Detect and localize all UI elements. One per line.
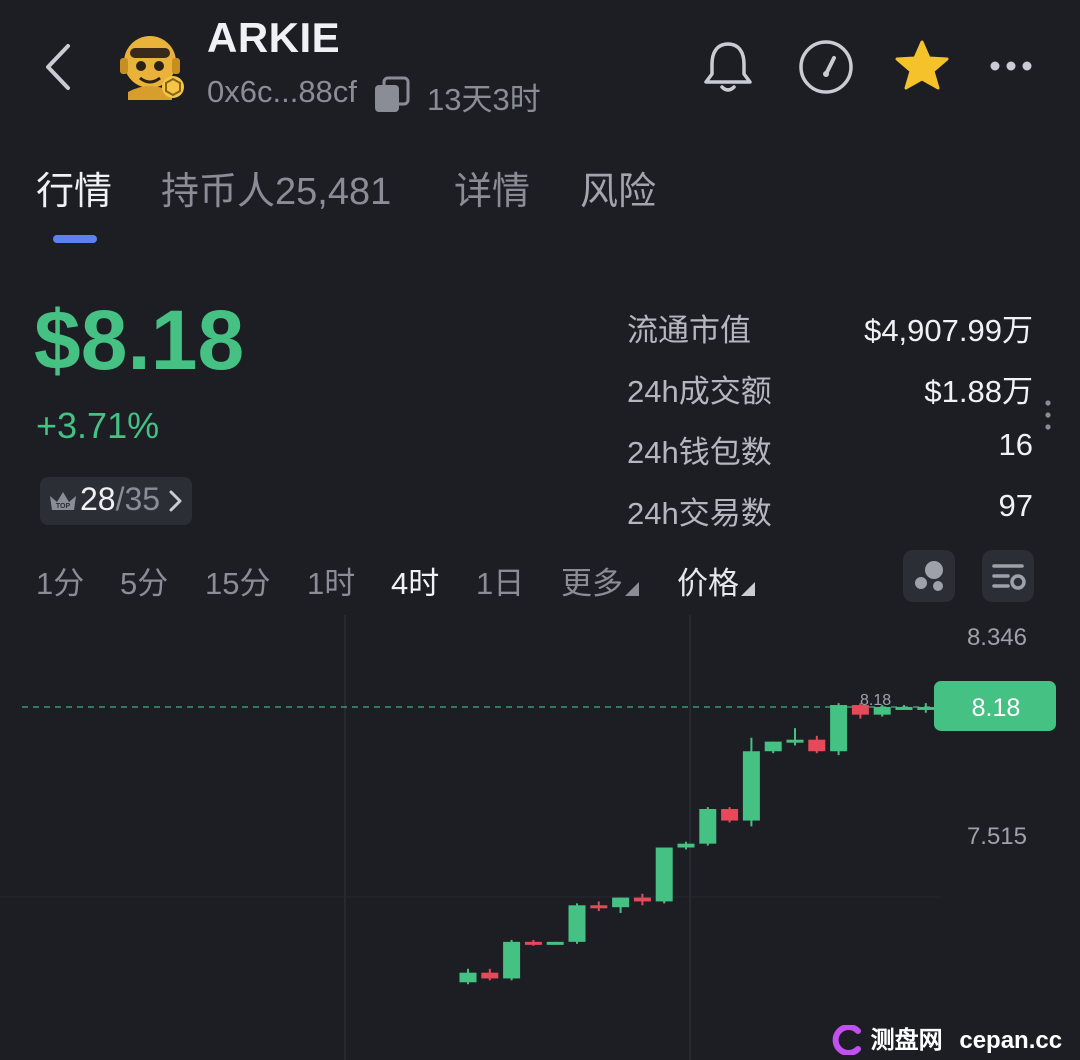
- dropdown-triangle-icon: [741, 582, 755, 596]
- dropdown-triangle-icon: [625, 582, 639, 596]
- candle-body: [590, 905, 608, 909]
- candle-body: [895, 706, 913, 710]
- vertical-more-icon[interactable]: [1043, 398, 1053, 432]
- crown-icon: TOP: [50, 492, 76, 510]
- chart-grid: [0, 615, 940, 1060]
- candle-body: [633, 897, 651, 902]
- current-price: $8.18: [34, 293, 245, 387]
- interval-more-dropdown[interactable]: 更多: [561, 558, 639, 603]
- candle-body: [808, 739, 826, 752]
- candle-body: [742, 751, 760, 821]
- candle-body: [481, 972, 499, 979]
- speedometer-icon[interactable]: [796, 38, 856, 94]
- stat-value-volume: $1.88万: [924, 374, 1033, 409]
- interval-1d[interactable]: 1日: [476, 558, 524, 603]
- stat-label-volume: 24h成交额: [627, 374, 772, 409]
- tab-details[interactable]: 详情: [454, 160, 530, 215]
- interval-5m[interactable]: 5分: [120, 558, 168, 603]
- candle-body: [612, 897, 630, 908]
- chart-settings-button[interactable]: [982, 550, 1034, 602]
- y-tick-top: 8.346: [967, 624, 1027, 651]
- candle-body: [524, 941, 542, 945]
- chart-settings-icon: [992, 564, 1026, 590]
- more-icon[interactable]: [982, 38, 1042, 94]
- rank-total: /35: [115, 481, 161, 517]
- rank-badge[interactable]: TOP 28/35: [40, 477, 192, 525]
- candle-series: [459, 703, 935, 985]
- stat-label-wallets: 24h钱包数: [627, 435, 772, 470]
- candle-body: [721, 809, 739, 821]
- price-chart[interactable]: 8.346 7.515 8.18 8.18: [0, 615, 1080, 1060]
- candle-body: [917, 706, 935, 710]
- candle-body: [459, 972, 477, 983]
- rank-current: 28: [80, 481, 116, 517]
- contract-address[interactable]: 0x6c...88cf: [207, 74, 357, 110]
- interval-1h[interactable]: 1时: [307, 558, 355, 603]
- stat-value-trades: 97: [998, 488, 1033, 523]
- interval-more-label: 更多: [561, 566, 623, 601]
- candle-body: [655, 847, 673, 902]
- stat-label-market-cap: 流通市值: [627, 313, 751, 348]
- y-tick-mid: 7.515: [967, 823, 1027, 850]
- watermark: 测盘网 cepan.cc: [830, 1020, 1063, 1056]
- crown-text: TOP: [56, 503, 71, 510]
- watermark-logo-icon: [832, 1024, 861, 1056]
- stat-value-wallets: 16: [998, 427, 1033, 462]
- candle-body: [699, 809, 717, 844]
- interval-4h[interactable]: 4时: [391, 558, 439, 603]
- candle-body: [677, 843, 695, 848]
- watermark-brand: 测盘网: [870, 1027, 943, 1054]
- candle-body: [568, 905, 586, 942]
- indicator-icon: [915, 561, 943, 591]
- tab-risk[interactable]: 风险: [580, 160, 656, 215]
- back-icon[interactable]: [40, 40, 80, 94]
- token-age: 13天3时: [427, 82, 541, 117]
- chevron-right-icon: [169, 490, 182, 512]
- candle-body: [546, 941, 564, 945]
- price-type-dropdown[interactable]: 价格: [677, 558, 755, 603]
- price-change: +3.71%: [36, 405, 160, 446]
- tab-holders[interactable]: 持币人25,481: [161, 160, 391, 215]
- candle-body: [764, 741, 782, 752]
- interval-15m[interactable]: 15分: [205, 558, 270, 603]
- tab-market[interactable]: 行情: [36, 160, 112, 215]
- interval-1m[interactable]: 1分: [36, 558, 84, 603]
- candle-body: [830, 705, 848, 752]
- price-type-label: 价格: [677, 566, 739, 601]
- star-icon[interactable]: [892, 38, 952, 94]
- tab-active-indicator: [53, 235, 97, 243]
- indicator-button[interactable]: [903, 550, 955, 602]
- avatar-icon: [120, 36, 184, 100]
- bell-icon[interactable]: [698, 38, 758, 94]
- watermark-domain: cepan.cc: [959, 1027, 1063, 1054]
- token-name: ARKIE: [207, 14, 341, 61]
- stat-value-market-cap: $4,907.99万: [864, 313, 1033, 348]
- current-price-tag-text: 8.18: [972, 694, 1021, 722]
- candle-body: [503, 941, 521, 979]
- candle-body: [786, 739, 804, 743]
- last-price-marker: 8.18: [860, 692, 891, 709]
- copy-icon[interactable]: [372, 76, 412, 114]
- stat-label-trades: 24h交易数: [627, 496, 772, 531]
